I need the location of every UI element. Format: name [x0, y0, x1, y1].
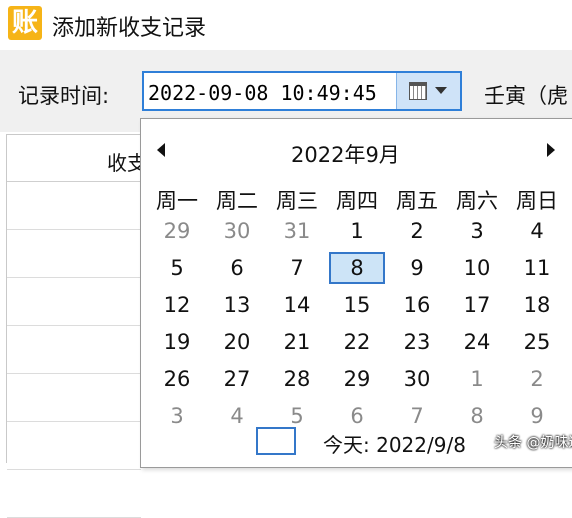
record-time-label: 记录时间:: [18, 84, 110, 108]
calendar-day[interactable]: 18: [507, 289, 567, 321]
calendar-day[interactable]: 30: [387, 363, 447, 395]
calendar-day[interactable]: 12: [147, 289, 207, 321]
calendar-day[interactable]: 31: [267, 215, 327, 247]
table-row-divider: [7, 325, 141, 326]
calendar-day[interactable]: 13: [207, 289, 267, 321]
table-row-divider: [7, 373, 141, 374]
calendar-day[interactable]: 2: [387, 215, 447, 247]
watermark-text: 头条 @奶味逗: [494, 435, 572, 451]
calendar-day[interactable]: 9: [387, 252, 447, 284]
calendar-day[interactable]: 23: [387, 326, 447, 358]
lunar-year-text: 壬寅（虎: [484, 84, 568, 108]
title-bar: 账 添加新收支记录: [0, 0, 572, 50]
calendar-day[interactable]: 16: [387, 289, 447, 321]
calendar-day-selected[interactable]: 8: [329, 252, 385, 284]
calendar-day[interactable]: 7: [387, 400, 447, 432]
calendar-day[interactable]: 3: [447, 215, 507, 247]
calendar-day[interactable]: 9: [507, 400, 567, 432]
today-button[interactable]: [256, 427, 296, 455]
app-logo-icon: 账: [8, 6, 42, 40]
calendar-day[interactable]: 2: [507, 363, 567, 395]
calendar-popup: 2022年9月 周一 周二 周三 周四 周五 周六 周日 29 30 31 1 2 3 4 5…: [140, 118, 572, 468]
table-row-divider: [7, 277, 141, 278]
calendar-day[interactable]: 15: [327, 289, 387, 321]
calendar-icon: [409, 82, 427, 100]
calendar-day[interactable]: 30: [207, 215, 267, 247]
calendar-day[interactable]: 7: [267, 252, 327, 284]
calendar-day[interactable]: 28: [267, 363, 327, 395]
today-label[interactable]: 今天: 2022/9/8: [323, 429, 466, 458]
weekday-header: 周一: [156, 189, 198, 213]
calendar-day[interactable]: 24: [447, 326, 507, 358]
weekday-header: 周六: [456, 189, 498, 213]
weekday-header: 周四: [336, 189, 378, 213]
window-title: 添加新收支记录: [52, 16, 207, 41]
calendar-day[interactable]: 10: [447, 252, 507, 284]
weekday-header: 周日: [516, 189, 558, 213]
watermark: 头条 @奶味逗: [478, 432, 572, 452]
calendar-day[interactable]: 11: [507, 252, 567, 284]
weekday-header: 周五: [396, 189, 438, 213]
calendar-day[interactable]: 29: [147, 215, 207, 247]
table-row-divider: [7, 229, 141, 230]
table-row-divider: [7, 421, 141, 422]
next-month-icon[interactable]: [547, 143, 555, 157]
calendar-day[interactable]: 4: [507, 215, 567, 247]
calendar-dropdown-button[interactable]: [396, 73, 460, 109]
prev-month-icon[interactable]: [157, 143, 165, 157]
datetime-value[interactable]: 2022-09-08 10:49:45: [148, 81, 377, 105]
calendar-day[interactable]: 19: [147, 326, 207, 358]
calendar-day[interactable]: 29: [327, 363, 387, 395]
calendar-day[interactable]: 21: [267, 326, 327, 358]
calendar-day[interactable]: 17: [447, 289, 507, 321]
calendar-day[interactable]: 3: [147, 400, 207, 432]
weekday-header: 周三: [276, 189, 318, 213]
watermark-logo-icon: [478, 436, 492, 450]
table-row-divider: [7, 469, 141, 470]
calendar-day[interactable]: 20: [207, 326, 267, 358]
calendar-day[interactable]: 6: [327, 400, 387, 432]
calendar-day[interactable]: 8: [447, 400, 507, 432]
calendar-day[interactable]: 5: [147, 252, 207, 284]
weekday-header: 周二: [216, 189, 258, 213]
calendar-day[interactable]: 27: [207, 363, 267, 395]
calendar-day[interactable]: 1: [327, 215, 387, 247]
chevron-down-icon: [435, 87, 447, 94]
month-title[interactable]: 2022年9月: [291, 139, 400, 169]
calendar-day[interactable]: 25: [507, 326, 567, 358]
calendar-day[interactable]: 14: [267, 289, 327, 321]
calendar-day[interactable]: 26: [147, 363, 207, 395]
datetime-picker[interactable]: 2022-09-08 10:49:45: [142, 71, 462, 111]
calendar-day[interactable]: 6: [207, 252, 267, 284]
calendar-day[interactable]: 22: [327, 326, 387, 358]
calendar-day[interactable]: 1: [447, 363, 507, 395]
